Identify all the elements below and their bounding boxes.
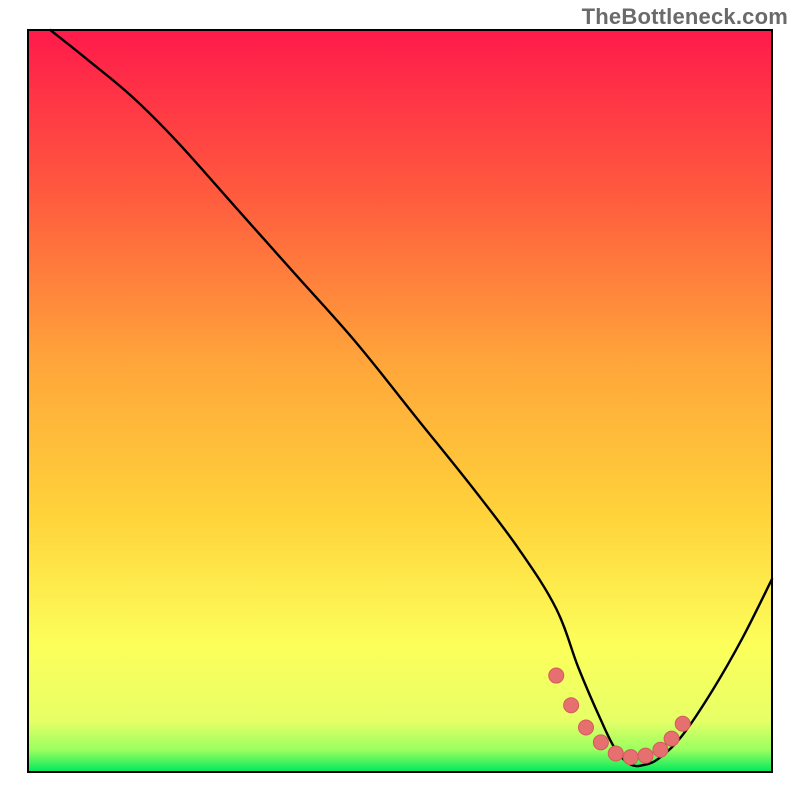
chart-stage: TheBottleneck.com bbox=[0, 0, 800, 800]
optimal-marker bbox=[664, 731, 679, 746]
optimal-marker bbox=[608, 746, 623, 761]
plot-background bbox=[28, 30, 772, 772]
optimal-marker bbox=[593, 735, 608, 750]
optimal-marker bbox=[638, 748, 653, 763]
optimal-marker bbox=[564, 698, 579, 713]
optimal-marker bbox=[653, 742, 668, 757]
optimal-marker bbox=[675, 716, 690, 731]
optimal-marker bbox=[579, 720, 594, 735]
optimal-marker bbox=[623, 750, 638, 765]
optimal-marker bbox=[549, 668, 564, 683]
bottleneck-chart bbox=[0, 0, 800, 800]
watermark-text: TheBottleneck.com bbox=[582, 4, 788, 30]
